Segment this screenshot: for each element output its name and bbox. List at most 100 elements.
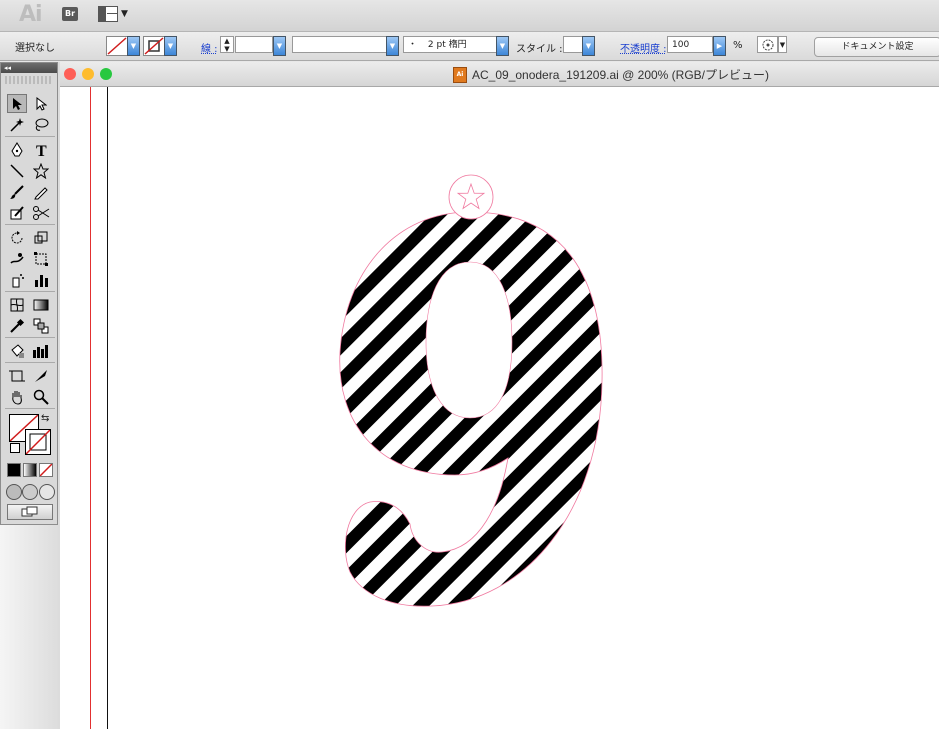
hand-icon [12,390,22,405]
color-mode-button[interactable] [7,463,21,477]
none-fill-icon [107,37,127,55]
bar-graph-tool[interactable] [31,341,51,360]
scissors-tool[interactable] [31,203,51,222]
nine-glyph [339,211,603,607]
tool-separator [5,291,55,292]
fill-swatch[interactable] [106,36,128,56]
stroke-dropdown[interactable]: ▼ [164,36,177,56]
arrange-documents-button[interactable] [98,6,118,22]
draw-behind-icon[interactable] [22,484,38,500]
tools-panel-header[interactable]: ◂◂ [1,63,57,73]
symbol-sprayer-tool[interactable] [7,270,27,289]
svg-text:T: T [36,143,47,158]
default-colors-icon[interactable] [10,443,20,453]
change-screen-mode-button[interactable] [7,504,53,520]
draw-inside-icon[interactable] [39,484,55,500]
warp-tool[interactable] [7,249,27,268]
artboard-edge [107,87,108,729]
artboard-tool[interactable] [7,366,27,385]
line-tool[interactable] [7,161,27,180]
hand-tool[interactable] [7,387,27,406]
magic-wand-tool[interactable] [7,115,27,134]
hollow-arrow-icon [36,96,47,111]
star-shape-icon [33,162,49,179]
pen-tool[interactable] [7,140,27,159]
mesh-icon [10,298,24,311]
tools-panel-grip[interactable] [5,76,53,84]
magic-wand-icon [10,117,24,132]
stroke-swatch[interactable] [143,36,165,56]
close-window-button[interactable] [64,68,76,80]
brush-icon [10,184,24,199]
variable-width-profile[interactable] [292,36,387,53]
none-mode-button[interactable] [39,463,53,477]
scale-tool[interactable] [31,228,51,247]
column-graph-tool[interactable] [31,270,51,289]
stroke-weight-label[interactable]: 線 : [201,40,218,55]
slice-tool[interactable] [31,366,51,385]
recolor-artwork-button[interactable] [757,36,778,53]
blob-brush-tool[interactable] [7,203,27,222]
artwork[interactable] [330,170,610,618]
blob-brush-icon [10,205,24,219]
opacity-input[interactable]: 100 [667,36,713,53]
opacity-label[interactable]: 不透明度 : [620,40,667,55]
star-tool[interactable] [31,161,51,180]
profile-dropdown[interactable]: ▼ [386,36,399,56]
brush-definition-label: 2 pt 楕円 [427,40,467,50]
document-setup-button[interactable]: ドキュメント設定 [814,37,939,57]
brush-dropdown[interactable]: ▼ [496,36,509,56]
blend-tool[interactable] [31,316,51,335]
recolor-icon [762,39,774,51]
scale-icon [34,231,48,243]
tools-panel: ◂◂ T ⇆ [0,62,58,525]
eyedropper-tool[interactable] [7,316,27,335]
gradient-tool[interactable] [31,295,51,314]
direct-selection-tool[interactable] [31,94,51,113]
bar-graph-icon [33,344,48,358]
graphic-style-swatch[interactable] [563,36,583,53]
magnifier-icon [33,389,49,405]
mesh-tool[interactable] [7,295,27,314]
type-icon: T [36,143,47,158]
paintbrush-tool[interactable] [7,182,27,201]
swap-fill-stroke-icon[interactable]: ⇆ [41,413,49,424]
zoom-tool[interactable] [31,387,51,406]
stroke-weight-input[interactable] [235,36,273,53]
zoom-window-button[interactable] [100,68,112,80]
arrange-dropdown-icon[interactable]: ▼ [121,9,128,19]
draw-normal-icon[interactable] [6,484,22,500]
rotate-tool[interactable] [7,228,27,247]
selection-status: 選択なし [15,43,55,54]
pencil-tool[interactable] [31,182,51,201]
brush-definition[interactable]: ・ 2 pt 楕円 [403,36,498,53]
fill-dropdown[interactable]: ▼ [127,36,140,56]
style-label: スタイル : [516,44,563,55]
opacity-dropdown[interactable]: ▶ [713,36,726,56]
stroke-weight-stepper[interactable]: ▲ ▼ [220,36,234,53]
recolor-dropdown-icon[interactable]: ▼ [778,36,787,53]
none-stroke-icon [144,37,164,55]
stroke-color-box[interactable] [25,429,51,455]
tool-separator [5,337,55,338]
style-dropdown[interactable]: ▼ [582,36,595,56]
screen-mode-icon [21,506,38,517]
slice-knife-icon [35,369,47,382]
bridge-button[interactable]: Br [62,7,78,21]
stroke-weight-dropdown[interactable]: ▼ [273,36,286,56]
symbol-sprayer-icon [12,273,24,287]
selection-tool[interactable] [7,94,27,113]
live-paint-tool[interactable] [7,341,27,360]
no-stroke-slash-icon [25,429,51,455]
arrow-icon [13,97,22,110]
rotate-icon [11,230,23,243]
free-transform-icon [34,251,48,266]
live-paint-bucket-icon [11,343,24,358]
minimize-window-button[interactable] [82,68,94,80]
type-tool[interactable]: T [31,140,51,159]
free-transform-tool[interactable] [31,249,51,268]
gradient-mode-button[interactable] [23,463,37,477]
bleed-guide [90,87,91,729]
lasso-tool[interactable] [31,115,51,134]
application-bar: Ai Br ▼ [0,0,939,32]
